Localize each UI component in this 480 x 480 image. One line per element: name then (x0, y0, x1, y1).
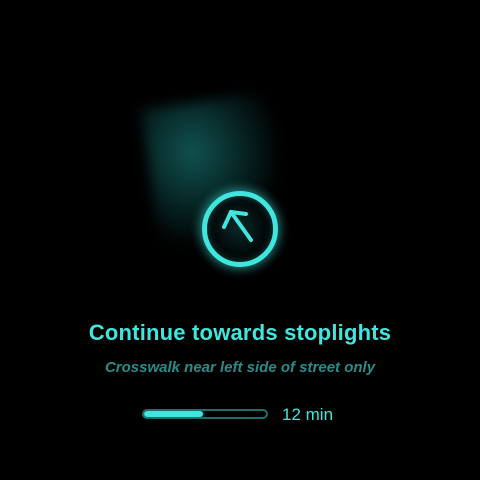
route-progress-bar (142, 409, 268, 419)
route-progress-fill (144, 411, 203, 417)
instruction-title: Continue towards stoplights (88, 320, 392, 345)
eta-label: 12 min (282, 405, 334, 424)
arrow-up-left-icon (222, 210, 253, 242)
direction-compass (202, 191, 278, 267)
instruction-detail: Crosswalk near left side of street only (104, 359, 376, 376)
navigation-screen: Continue towards stoplights Crosswalk ne… (0, 0, 480, 480)
